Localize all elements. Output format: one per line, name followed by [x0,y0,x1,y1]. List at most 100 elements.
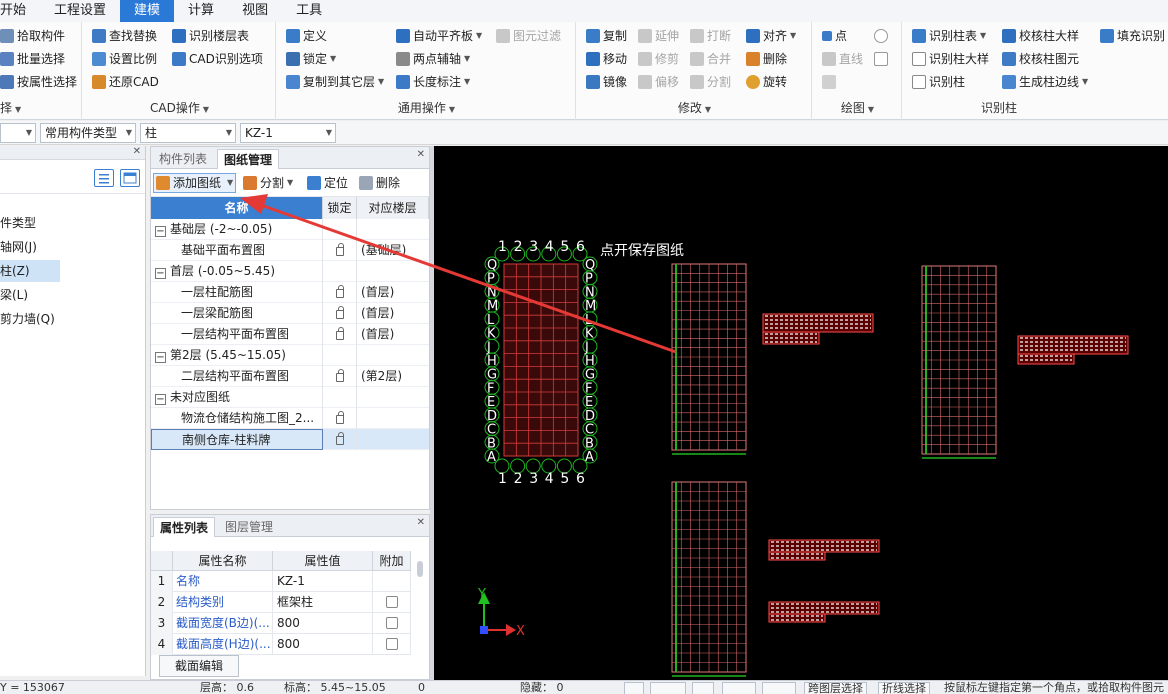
drawing-row[interactable]: 一层结构平面布置图 (首层) [151,324,429,345]
drawing-group-row[interactable]: − 首层 (-0.05~5.45) [151,261,429,282]
collapse-toggle-icon[interactable]: − [155,226,166,237]
close-icon[interactable]: ✕ [417,517,425,528]
circle-draw-button[interactable] [874,26,891,46]
tree-view-button[interactable] [120,169,140,187]
property-value[interactable]: KZ-1 [273,571,373,592]
lock-icon[interactable] [335,327,344,340]
collapse-toggle-icon[interactable]: − [155,268,166,279]
component-category-combo[interactable]: 常用构件类型 ▼ [40,123,136,143]
generate-column-edge-button[interactable]: 生成柱边线 ▼ [1002,72,1088,92]
tab-drawing-management[interactable]: 图纸管理 [217,149,280,169]
drawing-row[interactable]: 一层柱配筋图 (首层) [151,282,429,303]
add-drawing-button[interactable]: 添加图纸 ▼ [153,173,237,193]
collapse-toggle-icon[interactable]: − [155,394,166,405]
drawing-row[interactable]: 基础平面布置图 (基础层) [151,240,429,261]
component-name-combo[interactable]: KZ-1 ▼ [240,123,336,143]
menu-calculate[interactable]: 计算 [174,0,228,22]
lock-icon[interactable] [335,411,344,424]
collapse-toggle-icon[interactable]: − [155,352,166,363]
two-point-aux-axis-button[interactable]: 两点辅轴 ▼ [396,49,470,69]
fill-recognize-button[interactable]: 填充识别 [1100,26,1165,46]
plus-toggle-button[interactable] [762,682,796,694]
section-edit-button[interactable]: 截面编辑 [159,655,239,677]
drawing-row[interactable]: 一层梁配筋图 (首层) [151,303,429,324]
split-button[interactable]: 分割 [690,72,731,92]
align-button[interactable]: 对齐 ▼ [746,26,796,46]
extend-button[interactable]: 延伸 [638,26,679,46]
cad-canvas[interactable]: 112233445566QQPPNNMMLLKKJJHHGGFFEEDDCCBB… [434,146,1168,680]
delete-drawing-button[interactable]: 删除 [359,173,400,193]
offset-button[interactable]: 偏移 [638,72,679,92]
property-row[interactable]: 4 截面高度(H边)(... 800 [151,634,411,655]
move-button[interactable]: 移动 [586,49,627,69]
property-value[interactable]: 800 [273,613,373,634]
lock-icon[interactable] [335,306,344,319]
break-button[interactable]: 打断 [690,26,731,46]
close-icon[interactable]: ✕ [417,149,425,160]
menu-modeling[interactable]: 建模 [120,0,175,22]
find-replace-button[interactable]: 查找替换 [92,26,157,46]
drawing-group-row[interactable]: − 第2层 (5.45~15.05) [151,345,429,366]
merge-button[interactable]: 合并 [690,49,731,69]
recognize-column-button[interactable]: 识别柱 [912,72,965,92]
recognize-column-detail-button[interactable]: 识别柱大样 [912,49,989,69]
tab-layer-management[interactable]: 图层管理 [219,517,279,537]
cad-drawing[interactable]: 112233445566Q QP PN NM ML LK KJ JH HG GF FE ED DC CB B… [434,146,1168,680]
select-by-attr-button[interactable]: 按属性选择 [0,72,77,92]
angle-toggle-button[interactable] [722,682,756,694]
property-row[interactable]: 3 截面宽度(B边)(... 800 [151,613,411,634]
tree-item-shear-wall[interactable]: 剪力墙(Q) [0,308,55,330]
ortho-toggle-button[interactable] [650,682,686,694]
arc-draw-button[interactable] [822,72,839,92]
property-row[interactable]: 1 名称 KZ-1 [151,571,411,592]
drawing-row[interactable]: 南侧仓库-柱料牌 [151,429,429,450]
col-floor[interactable]: 对应楼层 [357,197,429,219]
add-drawing-dropdown[interactable]: ▼ [227,173,233,193]
property-scrollbar[interactable] [417,561,423,577]
menu-project-settings[interactable]: 工程设置 [40,0,120,22]
lock-icon[interactable] [335,285,344,298]
col-name[interactable]: 名称 [151,197,323,219]
mirror-button[interactable]: 镜像 [586,72,627,92]
set-scale-button[interactable]: 设置比例 [92,49,157,69]
trim-button[interactable]: 修剪 [638,49,679,69]
grid-toggle-button[interactable] [692,682,714,694]
attach-checkbox[interactable] [385,617,398,629]
auto-align-slab-button[interactable]: 自动平齐板 ▼ [396,26,482,46]
lock-icon[interactable] [335,432,344,445]
drawing-row[interactable]: 二层结构平面布置图 (第2层) [151,366,429,387]
lock-button[interactable]: 锁定 ▼ [286,49,336,69]
attach-checkbox[interactable] [385,596,398,608]
drawing-group-row[interactable]: − 基础层 (-2~-0.05) [151,219,429,240]
length-dimension-button[interactable]: 长度标注 ▼ [396,72,470,92]
rotate-button[interactable]: 旋转 [746,72,787,92]
tab-component-list[interactable]: 构件列表 [153,149,213,169]
polyline-select-button[interactable]: 折线选择 [878,682,930,694]
property-value[interactable]: 框架柱 [273,592,373,613]
tree-item-beam[interactable]: 梁(L) [0,284,28,306]
property-row[interactable]: 2 结构类别 框架柱 [151,592,411,613]
menu-tools[interactable]: 工具 [282,0,336,22]
check-column-detail-button[interactable]: 校核柱大样 [1002,26,1079,46]
component-type-combo[interactable]: 柱 ▼ [140,123,236,143]
split-drawing-button[interactable]: 分割 ▼ [243,173,293,193]
batch-select-button[interactable]: 批量选择 [0,49,65,69]
delete-button[interactable]: 删除 [746,49,787,69]
pick-component-button[interactable]: 拾取构件 [0,26,65,46]
col-lock[interactable]: 锁定 [323,197,357,219]
copy-to-other-floor-button[interactable]: 复制到其它层 ▼ [286,72,384,92]
lock-icon[interactable] [335,243,344,256]
define-button[interactable]: 定义 [286,26,327,46]
locate-drawing-button[interactable]: 定位 [307,173,348,193]
element-filter-button[interactable]: 图元过滤 [496,26,561,46]
rect-draw-button[interactable] [874,49,891,69]
lock-icon[interactable] [335,369,344,382]
restore-cad-button[interactable]: 还原CAD [92,72,159,92]
point-button[interactable]: 点 [822,26,847,46]
drawing-group-row[interactable]: − 未对应图纸 [151,387,429,408]
drawing-row[interactable]: 物流仓储结构施工图_2... [151,408,429,429]
snap-toggle-button[interactable] [624,682,644,694]
attach-checkbox[interactable] [385,638,398,650]
cad-options-button[interactable]: CAD识别选项 [172,49,263,69]
check-column-element-button[interactable]: 校核柱图元 [1002,49,1079,69]
